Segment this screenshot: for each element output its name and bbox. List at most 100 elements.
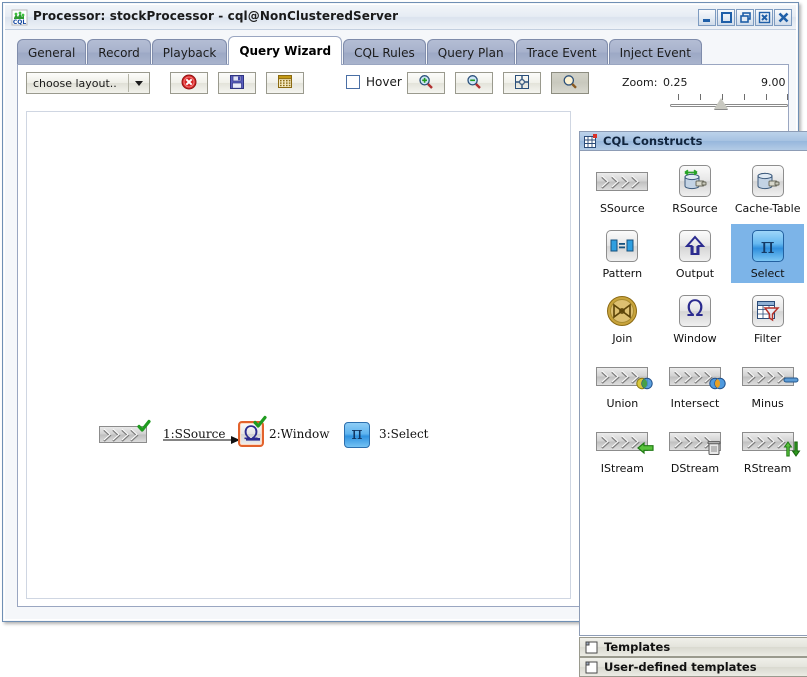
hover-label: Hover <box>366 75 402 89</box>
window-title: Processor: stockProcessor - cql@NonClust… <box>33 9 399 23</box>
zoom-slider-thumb[interactable] <box>714 98 728 109</box>
query-wizard-panel: choose layout.. Hover Zoom: 0.25 9.00 1:… <box>17 64 807 677</box>
palette-header[interactable]: CQL Constructs <box>580 132 807 151</box>
layout-select[interactable]: choose layout.. <box>26 72 150 94</box>
palette-item-select[interactable]: π Select <box>731 224 804 283</box>
tab-label: CQL Rules <box>354 45 415 60</box>
palette-item-window[interactable]: Ω Window <box>659 289 732 348</box>
output-arrow-icon <box>678 229 711 263</box>
magnifier-icon <box>562 74 578 93</box>
cql-app-icon: CQL <box>11 9 28 26</box>
accordion-label: User-defined templates <box>604 660 757 674</box>
status-check-icon <box>253 415 267 429</box>
graph-node-ssource[interactable]: 1:SSource <box>99 419 225 443</box>
delete-circle-icon <box>181 74 197 93</box>
tab-general[interactable]: General <box>17 39 87 65</box>
palette-item-label: Cache-Table <box>734 202 801 215</box>
palette-item-minus[interactable]: Minus <box>731 354 804 413</box>
node-label-select: 3:Select <box>379 427 429 441</box>
application-window: CQL Processor: stockProcessor - cql@NonC… <box>2 2 807 677</box>
tab-trace-event[interactable]: Trace Event <box>515 39 608 65</box>
tab-query-wizard[interactable]: Query Wizard <box>228 36 343 65</box>
palette-item-label: Intersect <box>670 397 720 410</box>
tab-query-plan[interactable]: Query Plan <box>426 39 515 65</box>
palette-item-label: Join <box>612 332 633 345</box>
panel-icon <box>585 641 598 654</box>
hover-toggle[interactable]: Hover <box>346 75 402 89</box>
intersect-icon <box>668 359 726 393</box>
tab-label: General <box>28 45 76 60</box>
maximize-button[interactable] <box>717 9 735 26</box>
status-check-icon <box>137 419 151 433</box>
minus-icon <box>741 359 799 393</box>
fit-to-window-button[interactable] <box>503 72 541 94</box>
panel-icon <box>585 661 598 674</box>
table-grid-icon <box>277 74 293 93</box>
graph-node-window[interactable]: Ω 2:Window <box>238 415 330 447</box>
query-graph-canvas[interactable]: 1:SSource Ω 2:Window π 3:Select <box>26 111 571 599</box>
join-bowtie-icon <box>606 294 638 328</box>
zoom-reset-button[interactable] <box>551 72 589 94</box>
select-pi-icon: π <box>751 229 784 263</box>
palette-item-label: Window <box>673 332 717 345</box>
tab-record[interactable]: Record <box>87 39 151 65</box>
zoom-slider-track[interactable] <box>670 104 788 107</box>
palette-item-rsource[interactable]: RSource <box>659 159 732 218</box>
hover-checkbox[interactable] <box>346 75 360 89</box>
accordion-user-defined-templates[interactable]: User-defined templates <box>579 657 807 677</box>
layout-select-value: choose layout.. <box>33 76 117 90</box>
minimize-button[interactable] <box>698 9 716 26</box>
palette-item-filter[interactable]: Filter <box>731 289 804 348</box>
pattern-icon <box>606 229 639 263</box>
palette-item-label: DStream <box>670 462 720 475</box>
save-button[interactable] <box>218 72 256 94</box>
chevron-down-icon <box>129 73 149 93</box>
palette-item-join[interactable]: Join <box>586 289 659 348</box>
tab-inject-event[interactable]: Inject Event <box>608 39 702 65</box>
palette-item-union[interactable]: Union <box>586 354 659 413</box>
tab-playback[interactable]: Playback <box>151 39 228 65</box>
zoom-caption: Zoom: <box>622 76 658 89</box>
palette-item-pattern[interactable]: Pattern <box>586 224 659 283</box>
palette-item-label: RStream <box>743 462 792 475</box>
graph-node-select[interactable]: π 3:Select <box>344 422 428 448</box>
palette-item-rstream[interactable]: RStream <box>731 419 804 478</box>
window-controls <box>698 9 792 26</box>
magnifier-minus-icon <box>466 74 482 93</box>
palette-item-cache-table[interactable]: Cache-Table <box>731 159 804 218</box>
palette-item-intersect[interactable]: Intersect <box>659 354 732 413</box>
accordion-label: Templates <box>604 640 671 654</box>
filter-funnel-icon <box>751 294 784 328</box>
rstream-icon <box>741 424 801 458</box>
istream-icon <box>596 424 654 458</box>
restore-button[interactable] <box>736 9 754 26</box>
palette-item-dstream[interactable]: DStream <box>659 419 732 478</box>
tab-label: Query Plan <box>437 45 504 60</box>
relation-source-icon <box>678 164 711 198</box>
select-pi-icon: π <box>344 422 370 448</box>
accordion-templates[interactable]: Templates <box>579 637 807 657</box>
palette-item-output[interactable]: Output <box>659 224 732 283</box>
zoom-in-button[interactable] <box>407 72 445 94</box>
wizard-toolbar: choose layout.. Hover Zoom: 0.25 9.00 <box>18 65 788 109</box>
palette-item-label: SSource <box>599 202 645 215</box>
delete-button[interactable] <box>170 72 208 94</box>
grid-button[interactable] <box>266 72 304 94</box>
palette-item-label: RSource <box>672 202 718 215</box>
close-box-icon[interactable] <box>755 9 773 26</box>
zoom-slider[interactable] <box>668 93 790 111</box>
stream-source-icon <box>596 164 649 198</box>
palette-item-istream[interactable]: IStream <box>586 419 659 478</box>
tab-label: Query Wizard <box>239 44 332 58</box>
close-button[interactable] <box>774 9 792 26</box>
zoom-out-button[interactable] <box>455 72 493 94</box>
zoom-min-value: 0.25 <box>663 76 688 89</box>
tab-label: Playback <box>162 45 217 60</box>
palette-item-label: Minus <box>751 397 784 410</box>
tab-label: Record <box>98 45 140 60</box>
magnifier-plus-icon <box>418 74 434 93</box>
tab-bar: General Record Playback Query Wizard CQL… <box>17 35 703 65</box>
palette-item-ssource[interactable]: SSource <box>586 159 659 218</box>
palette-item-label: Output <box>675 267 715 280</box>
tab-cql-rules[interactable]: CQL Rules <box>343 39 426 65</box>
